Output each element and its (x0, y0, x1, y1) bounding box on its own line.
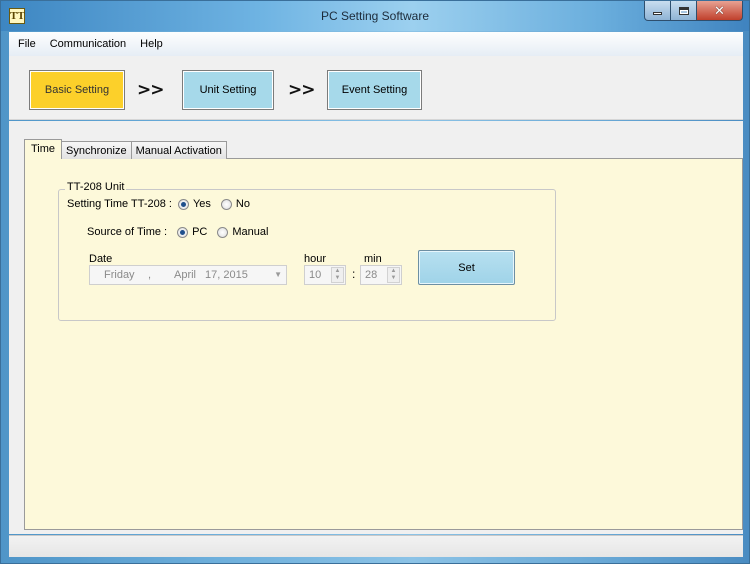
setting-time-row: Setting Time TT-208 : Yes No (67, 198, 250, 210)
window-title: PC Setting Software (320, 9, 430, 23)
up-arrow-icon[interactable]: ▲ (335, 268, 341, 275)
date-label: Date (89, 253, 113, 265)
source-manual-radio[interactable] (217, 226, 229, 238)
date-picker[interactable]: Friday , April 17, 2015 ▼ (89, 265, 287, 285)
menu-communication[interactable]: Communication (43, 32, 133, 56)
down-arrow-icon[interactable]: ▼ (335, 275, 341, 282)
hour-value: 10 (309, 269, 322, 281)
min-value: 28 (365, 269, 378, 281)
setting-time-no-radio[interactable] (220, 198, 232, 210)
min-label: min (364, 253, 382, 265)
title-bar[interactable]: TT PC Setting Software ✕ (1, 1, 749, 31)
up-arrow-icon[interactable]: ▲ (391, 268, 397, 275)
group-title: TT-208 Unit (65, 181, 127, 193)
date-separator: , (148, 269, 152, 281)
tab-time[interactable]: Time (24, 139, 63, 159)
setting-time-no-label[interactable]: No (236, 198, 250, 210)
tab-strip: Time Synchronize Manual Activation (24, 139, 227, 159)
source-pc-radio[interactable] (177, 226, 189, 238)
chevron-down-icon[interactable]: ▼ (274, 266, 282, 284)
minimize-icon (653, 12, 662, 15)
source-of-time-row: Source of Time : PC Manual (87, 226, 268, 238)
menu-bar: File Communication Help (9, 32, 743, 56)
close-button[interactable]: ✕ (697, 1, 743, 21)
maximize-button[interactable] (671, 1, 697, 21)
unit-setting-button[interactable]: Unit Setting (182, 70, 274, 110)
status-bar (9, 535, 743, 557)
date-day-year: 17, 2015 (205, 269, 248, 281)
setting-steps: Basic Setting >> Unit Setting >> Event S… (9, 56, 743, 120)
window-controls: ✕ (644, 1, 743, 21)
maximize-icon (678, 6, 689, 15)
time-colon: : (352, 267, 356, 281)
app-window: TT PC Setting Software ✕ File Communicat… (0, 0, 750, 564)
tab-synchronize[interactable]: Synchronize (61, 141, 132, 159)
tab-manual-activation[interactable]: Manual Activation (130, 141, 227, 159)
setting-time-label: Setting Time TT-208 : (67, 198, 172, 210)
source-of-time-label: Source of Time : (87, 226, 168, 238)
menu-file[interactable]: File (11, 32, 43, 56)
step-arrow: >> (137, 80, 164, 100)
source-pc-label[interactable]: PC (192, 226, 207, 238)
source-manual-label[interactable]: Manual (232, 226, 268, 238)
step-arrow: >> (288, 80, 315, 100)
date-weekday: Friday (104, 269, 135, 281)
basic-setting-button[interactable]: Basic Setting (29, 70, 125, 110)
date-month: April (174, 269, 197, 281)
menu-help[interactable]: Help (133, 32, 170, 56)
min-stepper[interactable]: 28 ▲ ▼ (360, 265, 402, 285)
event-setting-button[interactable]: Event Setting (327, 70, 422, 110)
setting-time-yes-label[interactable]: Yes (193, 198, 211, 210)
minimize-button[interactable] (644, 1, 671, 21)
close-icon: ✕ (714, 3, 725, 18)
set-button[interactable]: Set (418, 250, 515, 285)
min-spin-buttons[interactable]: ▲ ▼ (387, 267, 400, 283)
hour-label: hour (304, 253, 327, 265)
hour-stepper[interactable]: 10 ▲ ▼ (304, 265, 346, 285)
hour-spin-buttons[interactable]: ▲ ▼ (331, 267, 344, 283)
down-arrow-icon[interactable]: ▼ (391, 275, 397, 282)
setting-time-yes-radio[interactable] (177, 198, 189, 210)
